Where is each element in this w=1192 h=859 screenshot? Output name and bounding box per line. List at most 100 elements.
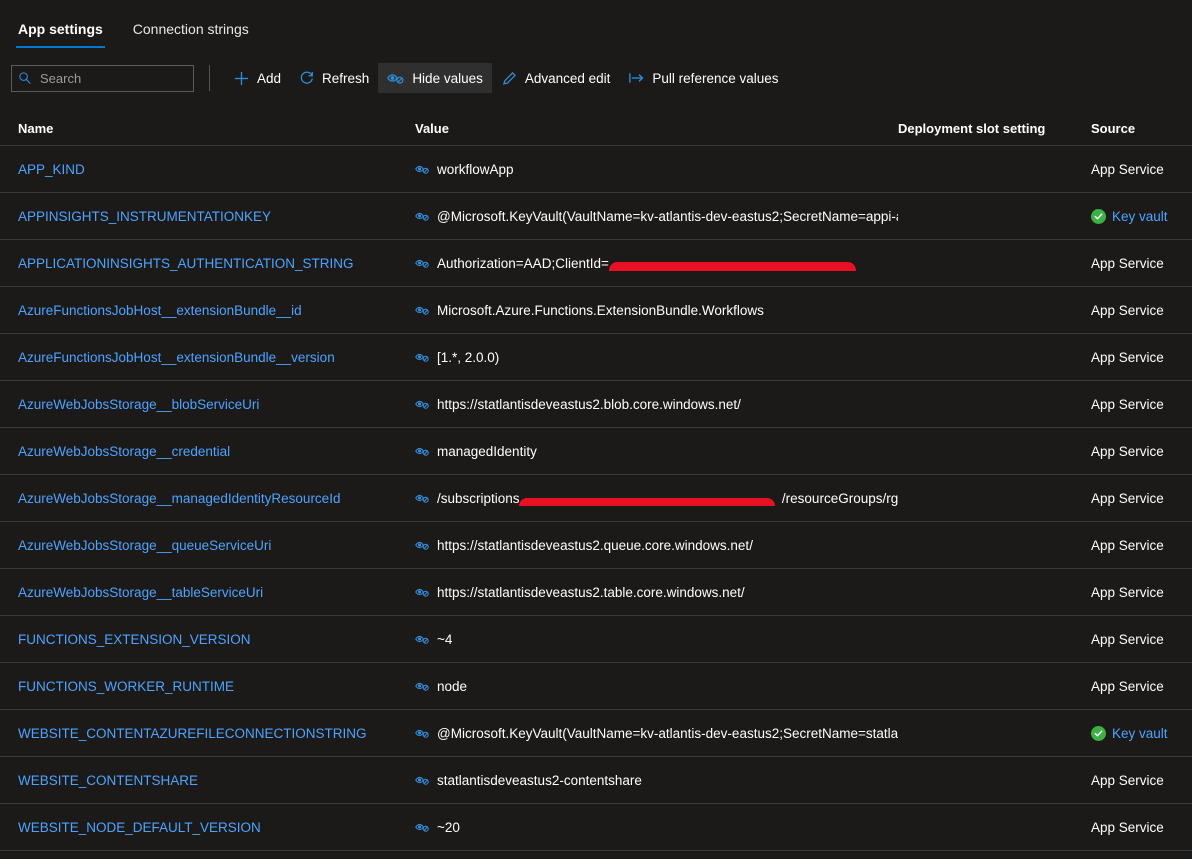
eye-slash-icon (387, 71, 405, 85)
cell-value: statlantisdeveastus2-contentshare (415, 773, 898, 788)
column-header-value[interactable]: Value (415, 121, 898, 136)
table-body: APP_KIND workflowApp App Service APPINSIGHT… (0, 146, 1192, 851)
eye-slash-icon[interactable] (415, 727, 430, 739)
setting-name-link[interactable]: APP_KIND (18, 162, 85, 177)
eye-slash-icon[interactable] (415, 492, 430, 504)
eye-slash-icon[interactable] (415, 774, 430, 786)
refresh-button-label: Refresh (322, 70, 370, 86)
setting-name-link[interactable]: AzureFunctionsJobHost__extensionBundle__… (18, 350, 335, 365)
cell-name: APPLICATIONINSIGHTS_AUTHENTICATION_STRIN… (18, 256, 415, 271)
eye-slash-icon[interactable] (415, 351, 430, 363)
setting-value-text: managedIdentity (437, 443, 537, 459)
source-label: App Service (1091, 490, 1164, 506)
setting-name-link[interactable]: AzureWebJobsStorage__queueServiceUri (18, 538, 271, 553)
setting-name-link[interactable]: APPLICATIONINSIGHTS_AUTHENTICATION_STRIN… (18, 256, 354, 271)
setting-value-text: https://statlantisdeveastus2.blob.core.w… (437, 396, 741, 412)
setting-name-link[interactable]: WEBSITE_CONTENTSHARE (18, 773, 198, 788)
tab-connection-strings-label: Connection strings (132, 21, 249, 37)
setting-name-link[interactable]: AzureWebJobsStorage__blobServiceUri (18, 397, 259, 412)
cell-value: https://statlantisdeveastus2.blob.core.w… (415, 397, 898, 412)
eye-slash-icon[interactable] (415, 586, 430, 598)
table-row[interactable]: WEBSITE_NODE_DEFAULT_VERSION ~20 App Servi… (0, 804, 1192, 851)
table-row[interactable]: AzureWebJobsStorage__tableServiceUri http… (0, 569, 1192, 616)
eye-slash-icon[interactable] (415, 539, 430, 551)
setting-name-link[interactable]: AzureWebJobsStorage__credential (18, 444, 230, 459)
tab-app-settings[interactable]: App settings (16, 21, 105, 48)
cell-source: Key vault (1091, 725, 1192, 741)
cell-name: AzureWebJobsStorage__queueServiceUri (18, 538, 415, 553)
pull-reference-values-button[interactable]: Pull reference values (619, 63, 787, 93)
setting-value-text: /subscriptions, (437, 490, 520, 506)
source-label: Key vault (1112, 208, 1168, 224)
cell-name: APP_KIND (18, 162, 415, 177)
eye-slash-icon[interactable] (415, 398, 430, 410)
setting-name-link[interactable]: WEBSITE_CONTENTAZUREFILECONNECTIONSTRING (18, 726, 367, 741)
eye-slash-icon[interactable] (415, 163, 430, 175)
setting-name-link[interactable]: AzureWebJobsStorage__managedIdentityReso… (18, 491, 340, 506)
table-row[interactable]: APPINSIGHTS_INSTRUMENTATIONKEY @Microsoft… (0, 193, 1192, 240)
table-row[interactable]: APP_KIND workflowApp App Service (0, 146, 1192, 193)
setting-name-link[interactable]: AzureFunctionsJobHost__extensionBundle__… (18, 303, 302, 318)
table-row[interactable]: WEBSITE_CONTENTAZUREFILECONNECTIONSTRING… (0, 710, 1192, 757)
cell-source: App Service (1091, 256, 1192, 271)
cell-name: AzureFunctionsJobHost__extensionBundle__… (18, 350, 415, 365)
eye-slash-icon[interactable] (415, 257, 430, 269)
add-button-label: Add (257, 70, 282, 86)
cell-source: App Service (1091, 444, 1192, 459)
source-label: App Service (1091, 584, 1164, 600)
cell-source: App Service (1091, 773, 1192, 788)
table-row[interactable]: FUNCTIONS_WORKER_RUNTIME node App Service (0, 663, 1192, 710)
column-header-name[interactable]: Name (18, 121, 415, 136)
column-header-source[interactable]: Source (1091, 121, 1192, 136)
eye-slash-icon[interactable] (415, 821, 430, 833)
eye-slash-icon[interactable] (415, 445, 430, 457)
eye-slash-icon[interactable] (415, 304, 430, 316)
cell-name: FUNCTIONS_WORKER_RUNTIME (18, 679, 415, 694)
hide-values-button[interactable]: Hide values (378, 63, 492, 93)
setting-name-link[interactable]: FUNCTIONS_WORKER_RUNTIME (18, 679, 234, 694)
table-row[interactable]: WEBSITE_CONTENTSHARE statlantisdeveastus2… (0, 757, 1192, 804)
eye-slash-icon[interactable] (415, 680, 430, 692)
cell-name: FUNCTIONS_EXTENSION_VERSION (18, 632, 415, 647)
pull-reference-values-button-label: Pull reference values (652, 70, 779, 86)
check-circle-icon (1091, 725, 1106, 741)
eye-slash-icon[interactable] (415, 633, 430, 645)
source-key-vault-link[interactable]: Key vault (1091, 208, 1192, 224)
cell-name: WEBSITE_CONTENTAZUREFILECONNECTIONSTRING (18, 726, 415, 741)
setting-value-text: @Microsoft.KeyVault(VaultName=kv-atlanti… (437, 725, 898, 741)
setting-name-link[interactable]: APPINSIGHTS_INSTRUMENTATIONKEY (18, 209, 271, 224)
setting-name-link[interactable]: FUNCTIONS_EXTENSION_VERSION (18, 632, 251, 647)
cell-source: App Service (1091, 585, 1192, 600)
search-box[interactable] (11, 64, 216, 92)
table-row[interactable]: AzureWebJobsStorage__credential managedId… (0, 428, 1192, 475)
column-header-deployment-slot-setting[interactable]: Deployment slot setting (898, 121, 1091, 136)
table-row[interactable]: AzureWebJobsStorage__blobServiceUri https… (0, 381, 1192, 428)
table-row[interactable]: AzureWebJobsStorage__queueServiceUri http… (0, 522, 1192, 569)
cell-name: AzureWebJobsStorage__managedIdentityReso… (18, 491, 415, 506)
refresh-button[interactable]: Refresh (290, 63, 378, 93)
source-label: App Service (1091, 161, 1164, 177)
cell-name: AzureWebJobsStorage__blobServiceUri (18, 397, 415, 412)
cell-name: WEBSITE_NODE_DEFAULT_VERSION (18, 820, 415, 835)
cell-source: App Service (1091, 820, 1192, 835)
table-row[interactable]: AzureFunctionsJobHost__extensionBundle__… (0, 287, 1192, 334)
cell-source: App Service (1091, 491, 1192, 506)
search-input[interactable] (40, 70, 216, 86)
command-buttons: Add Refresh Hide values Advanced edit Pu… (224, 63, 788, 93)
source-label: App Service (1091, 772, 1164, 788)
eye-slash-icon[interactable] (415, 210, 430, 222)
setting-name-link[interactable]: AzureWebJobsStorage__tableServiceUri (18, 585, 263, 600)
tab-connection-strings[interactable]: Connection strings (131, 21, 251, 48)
source-label: App Service (1091, 631, 1164, 647)
add-button[interactable]: Add (224, 63, 290, 93)
table-row[interactable]: FUNCTIONS_EXTENSION_VERSION ~4 App Service (0, 616, 1192, 663)
source-key-vault-link[interactable]: Key vault (1091, 725, 1192, 741)
redaction-mark (609, 261, 856, 271)
advanced-edit-button[interactable]: Advanced edit (492, 63, 620, 93)
table-row[interactable]: APPLICATIONINSIGHTS_AUTHENTICATION_STRIN… (0, 240, 1192, 287)
cell-name: WEBSITE_CONTENTSHARE (18, 773, 415, 788)
check-circle-icon (1091, 208, 1106, 224)
setting-name-link[interactable]: WEBSITE_NODE_DEFAULT_VERSION (18, 820, 261, 835)
table-row[interactable]: AzureFunctionsJobHost__extensionBundle__… (0, 334, 1192, 381)
table-row[interactable]: AzureWebJobsStorage__managedIdentityReso… (0, 475, 1192, 522)
